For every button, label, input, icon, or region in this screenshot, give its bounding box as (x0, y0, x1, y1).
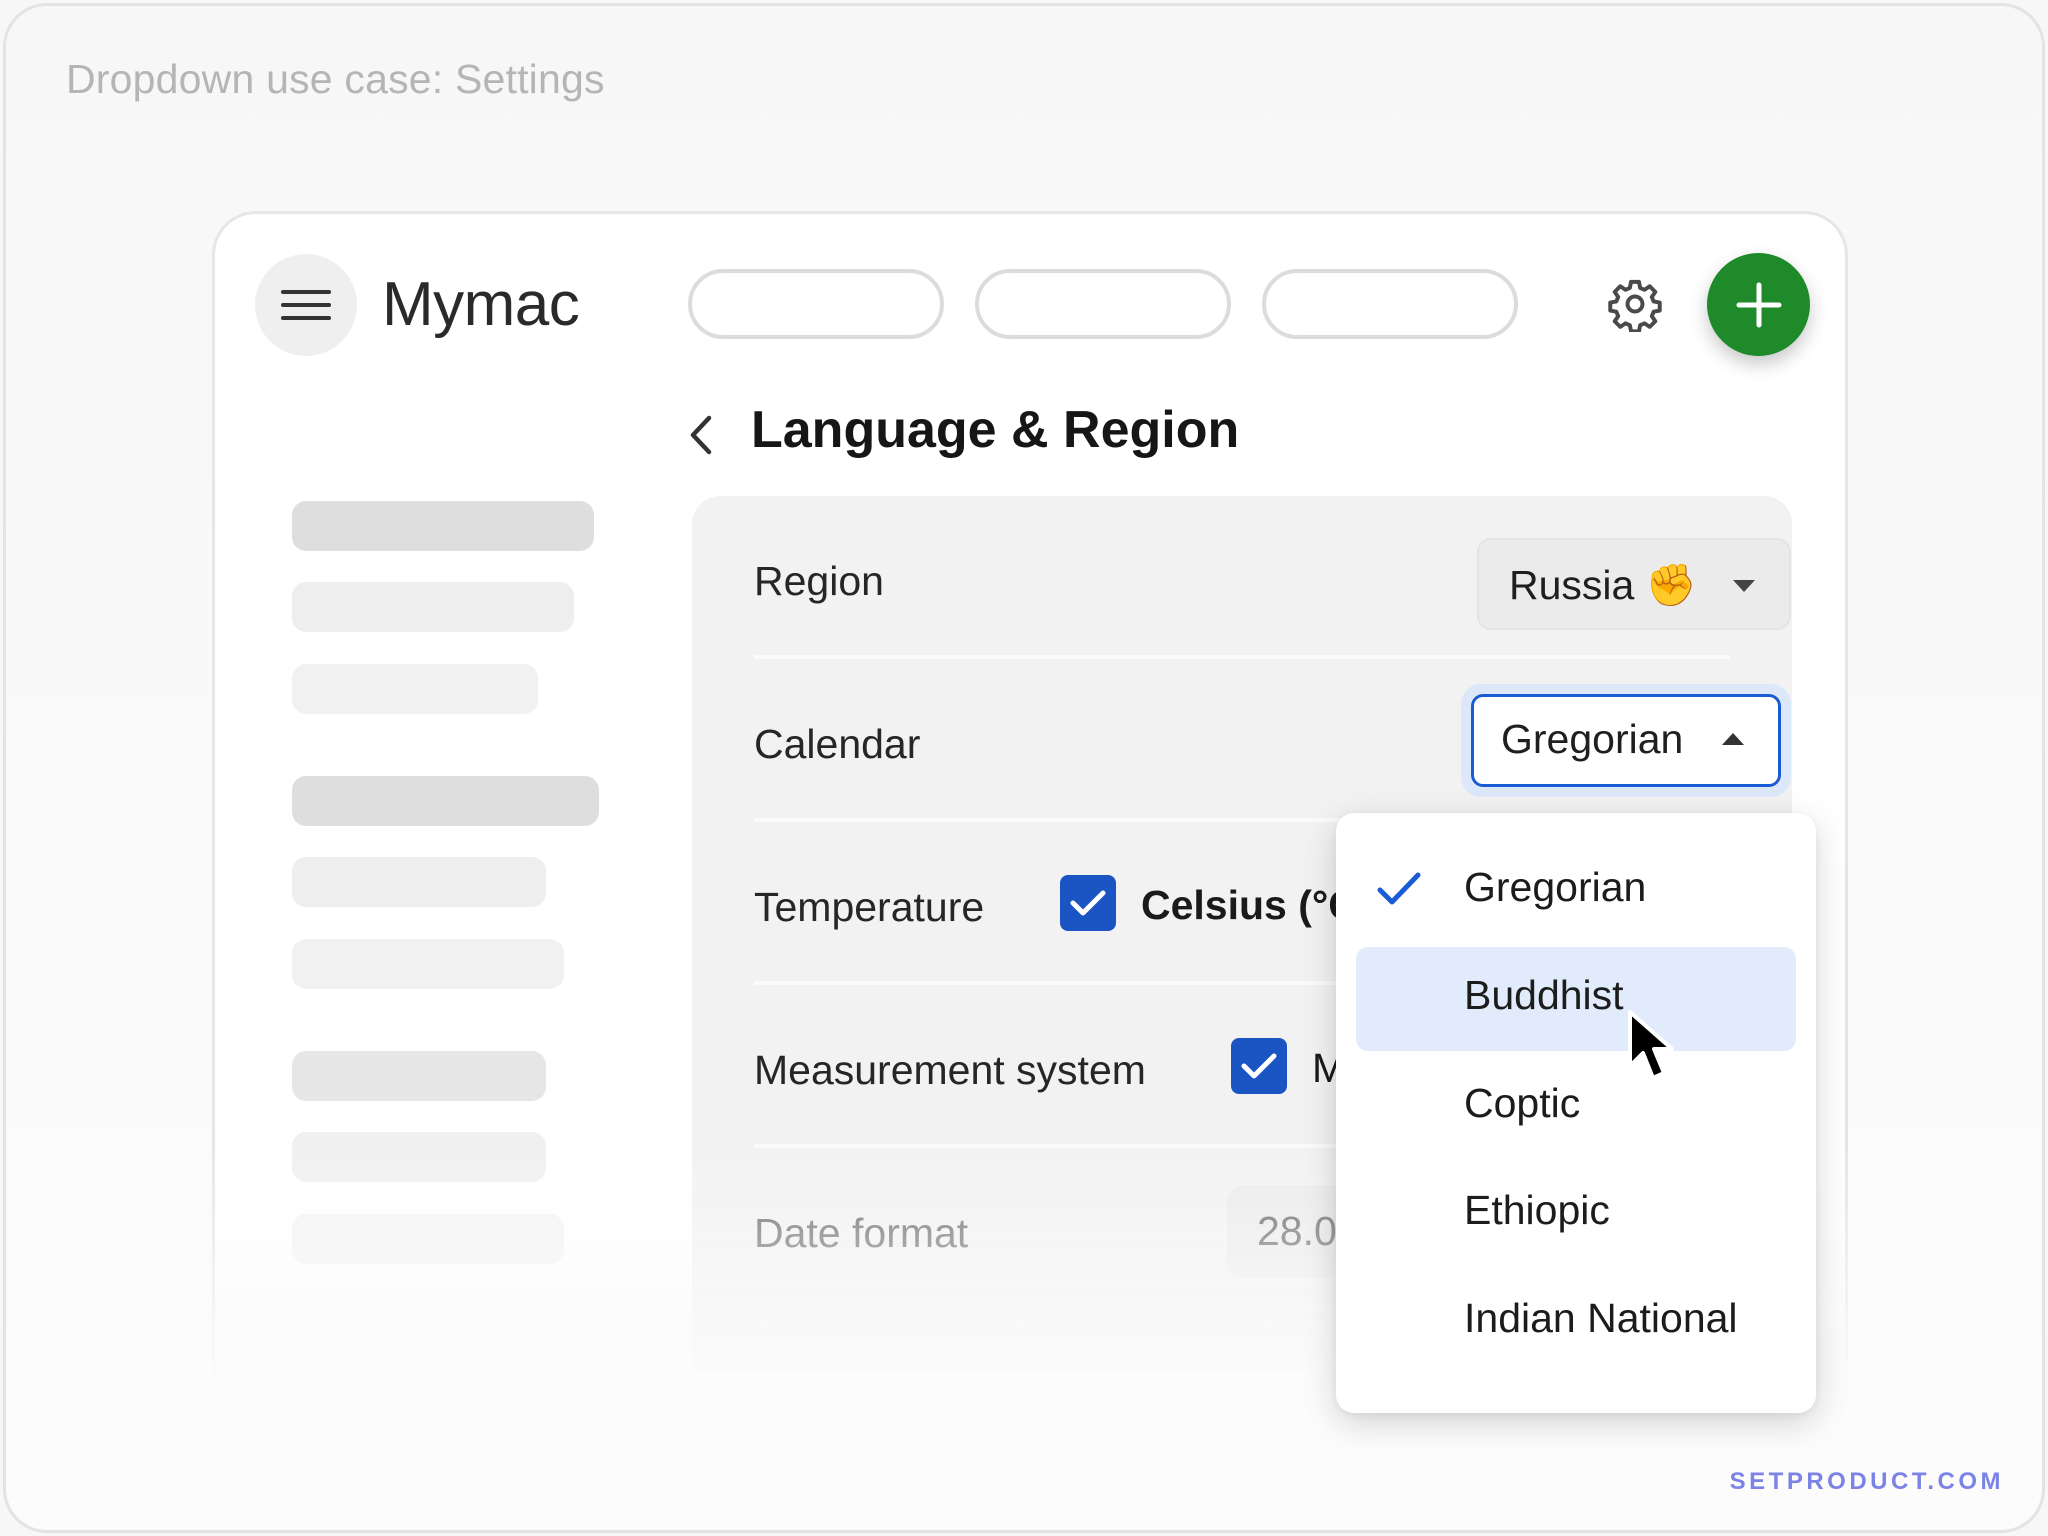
gear-icon[interactable] (1607, 276, 1663, 332)
date-format-value: 28.0 (1257, 1208, 1337, 1254)
sidebar-skeleton-item[interactable] (292, 501, 594, 551)
caption: Dropdown use case: Settings (66, 56, 605, 102)
calendar-value: Gregorian (1501, 716, 1684, 762)
dropdown-option-ethiopic[interactable]: Ethiopic (1356, 1162, 1796, 1266)
nav-pill-2[interactable] (975, 269, 1231, 339)
chevron-left-icon[interactable] (683, 410, 719, 460)
sidebar-skeleton-item[interactable] (292, 776, 599, 826)
dropdown-option-coptic[interactable]: Coptic (1356, 1055, 1796, 1159)
mouse-pointer-icon (1628, 1010, 1674, 1080)
option-label: Indian National (1464, 1295, 1738, 1341)
nav-pill-3[interactable] (1262, 269, 1518, 339)
sidebar-skeleton-item[interactable] (292, 664, 538, 714)
celsius-checkbox[interactable] (1060, 875, 1116, 931)
sidebar-skeleton-item[interactable] (292, 1132, 546, 1182)
dropdown-option-gregorian[interactable]: Gregorian (1356, 839, 1796, 943)
calendar-row: Calendar Gregorian (754, 659, 1791, 822)
sidebar-skeleton-item[interactable] (292, 1214, 564, 1264)
option-label: Gregorian (1464, 864, 1647, 910)
plus-icon (1736, 282, 1781, 327)
app-title: Mymac (382, 270, 580, 339)
caret-up-icon (1722, 733, 1744, 745)
dropdown-option-indian-national[interactable]: Indian National (1356, 1270, 1796, 1374)
calendar-label: Calendar (754, 721, 921, 767)
checkmark-icon (1070, 890, 1106, 916)
sidebar-skeleton-item[interactable] (292, 582, 574, 632)
region-value: Russia ✊ (1509, 562, 1697, 608)
menu-button[interactable] (255, 254, 357, 356)
option-label: Ethiopic (1464, 1187, 1610, 1233)
dropdown-option-buddhist[interactable]: Buddhist (1356, 947, 1796, 1051)
calendar-dropdown-menu: Gregorian Buddhist Coptic Ethiopic India… (1336, 813, 1816, 1413)
measurement-label: Measurement system (754, 1047, 1146, 1093)
calendar-select[interactable]: Gregorian (1461, 684, 1791, 797)
canvas-frame: Dropdown use case: Settings Mymac Langua… (3, 3, 2045, 1533)
celsius-label: Celsius (°C (1141, 882, 1358, 928)
metric-checkbox[interactable] (1231, 1038, 1287, 1094)
sidebar-skeleton-item[interactable] (292, 857, 546, 907)
caret-down-icon (1733, 580, 1755, 592)
region-select[interactable]: Russia ✊ (1477, 538, 1791, 630)
option-label: Coptic (1464, 1080, 1581, 1126)
sidebar-skeleton-item[interactable] (292, 939, 564, 989)
checkmark-icon (1377, 872, 1421, 905)
sidebar-skeleton-item[interactable] (292, 1051, 546, 1101)
option-label: Buddhist (1464, 972, 1624, 1018)
hamburger-icon (281, 290, 331, 294)
region-row: Region Russia ✊ (754, 496, 1791, 659)
page-title: Language & Region (751, 401, 1240, 459)
watermark: SETPRODUCT.COM (1729, 1468, 2004, 1495)
temperature-label: Temperature (754, 884, 985, 930)
region-label: Region (754, 558, 884, 604)
add-button[interactable] (1707, 253, 1810, 356)
date-format-label: Date format (754, 1210, 969, 1256)
nav-pill-1[interactable] (688, 269, 944, 339)
checkmark-icon (1241, 1053, 1277, 1079)
